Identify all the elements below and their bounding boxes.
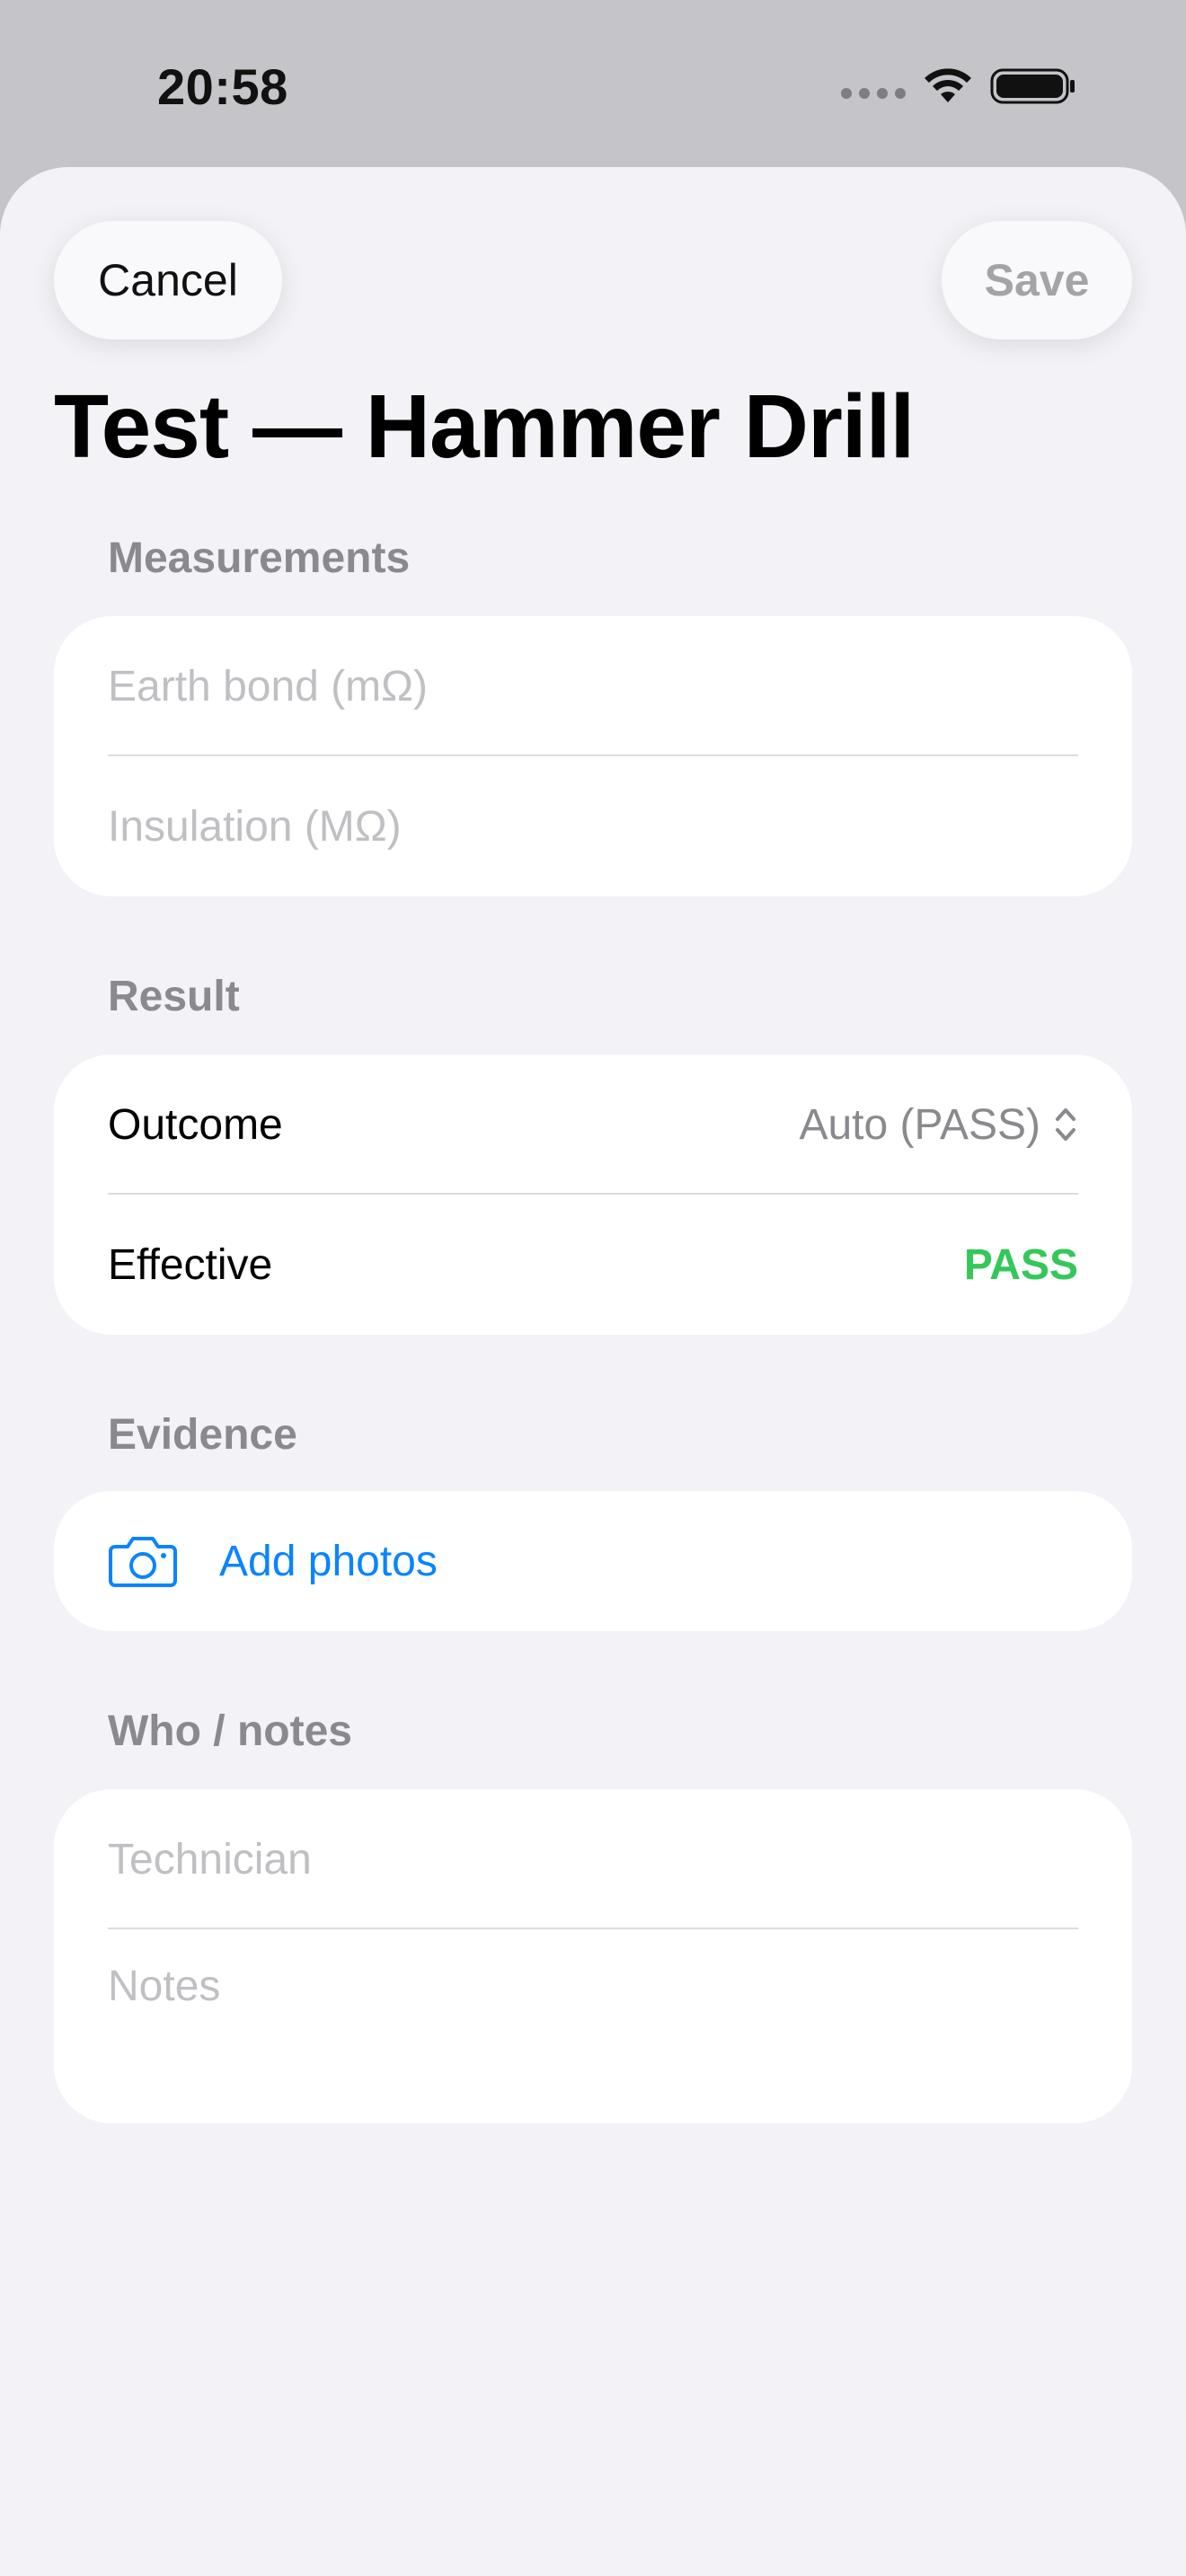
outcome-picker[interactable]: Auto (PASS) [799, 1100, 1078, 1150]
measurements-card: Earth bond (mΩ) Insulation (MΩ) [54, 616, 1132, 896]
wifi-icon [925, 68, 971, 102]
divider [108, 1928, 1078, 1929]
insulation-field[interactable]: Insulation (MΩ) [108, 790, 1078, 862]
result-card: Outcome Auto (PASS) Effective PASS [54, 1054, 1132, 1335]
earth-bond-field[interactable]: Earth bond (mΩ) [108, 650, 1078, 722]
notes-field[interactable]: Notes [108, 1962, 1078, 2033]
divider [108, 754, 1078, 756]
cancel-button[interactable]: Cancel [54, 221, 282, 340]
section-header-evidence: Evidence [108, 1411, 297, 1459]
add-photos-button[interactable]: Add photos [108, 1525, 1078, 1597]
cellular-signal-icon [841, 88, 906, 99]
section-header-measurements: Measurements [108, 534, 411, 582]
outcome-row[interactable]: Outcome Auto (PASS) [108, 1089, 1078, 1160]
technician-field[interactable]: Technician [108, 1823, 1078, 1895]
divider [108, 1193, 1078, 1195]
battery-icon [990, 68, 1075, 104]
status-time: 20:58 [157, 58, 288, 115]
outcome-label: Outcome [108, 1100, 283, 1149]
effective-label: Effective [108, 1240, 273, 1289]
save-button[interactable]: Save [942, 221, 1132, 340]
status-icons [841, 66, 1076, 106]
effective-status-badge: PASS [963, 1240, 1078, 1289]
camera-icon [109, 1537, 177, 1587]
section-header-result: Result [108, 973, 240, 1020]
effective-row: Effective PASS [108, 1229, 1078, 1301]
edit-test-sheet: Cancel Save Test — Hammer Drill Measurem… [0, 167, 1186, 2576]
page-title: Test — Hammer Drill [54, 376, 915, 477]
add-photos-label: Add photos [219, 1537, 438, 1585]
section-header-who-notes: Who / notes [108, 1707, 352, 1755]
evidence-card: Add photos [54, 1491, 1132, 1631]
status-bar: 20:58 [0, 0, 1186, 167]
outcome-value: Auto (PASS) [799, 1100, 1040, 1149]
chevron-up-down-icon [1056, 1108, 1075, 1141]
who-notes-card: Technician Notes [54, 1789, 1132, 2123]
